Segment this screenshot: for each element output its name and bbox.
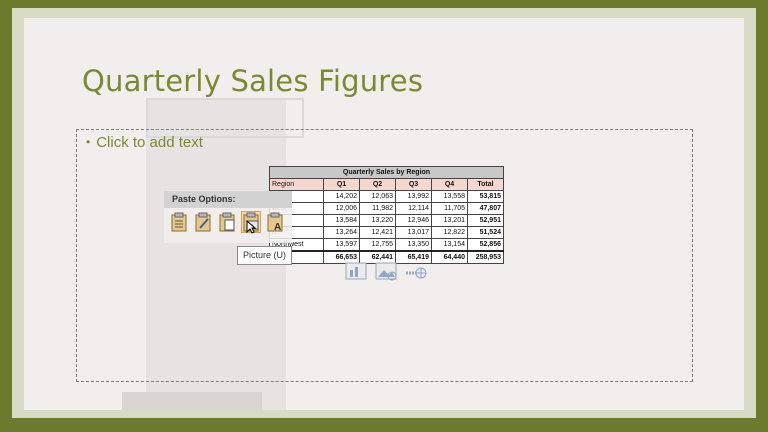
table-cell: 12,063 <box>359 190 396 203</box>
table-cell: 11,705 <box>431 202 468 215</box>
slide-title[interactable]: Quarterly Sales Figures <box>82 64 423 98</box>
table-row: h 13,264 12,421 13,017 12,822 51,524 <box>269 226 504 239</box>
table-header: Q1 <box>323 178 360 191</box>
content-bullet[interactable]: • Click to add text <box>86 134 203 151</box>
table-cell: 12,946 <box>395 214 432 227</box>
table-header: Q2 <box>359 178 396 191</box>
table-cell: 52,951 <box>467 214 504 227</box>
chart-placeholder-icons <box>344 261 434 283</box>
paste-special-icon[interactable] <box>194 212 212 232</box>
table-cell: 11,982 <box>359 202 396 215</box>
table-header: Total <box>467 178 504 191</box>
table-cell: 13,584 <box>323 214 360 227</box>
table-cell: 13,201 <box>431 214 468 227</box>
table-cell: 13,597 <box>323 238 360 252</box>
table-cell: 14,202 <box>323 190 360 203</box>
chart-icon <box>344 261 368 281</box>
table-cell: 13,992 <box>395 190 432 203</box>
table-header: Region <box>269 178 324 191</box>
table-row: heast 14,202 12,063 13,992 13,558 53,815 <box>269 190 504 203</box>
table-cell: 12,114 <box>395 202 432 215</box>
table-cell: 47,807 <box>467 202 504 215</box>
drag-ghost-bottom <box>122 392 262 410</box>
paste-options-header: Paste Options: <box>164 191 292 208</box>
table-row: Northwest 13,597 12,755 13,350 13,154 52… <box>269 238 504 252</box>
table-cell: 12,006 <box>323 202 360 215</box>
sales-table[interactable]: Quarterly Sales by Region Region Q1 Q2 Q… <box>269 166 504 264</box>
table-cell: 13,350 <box>395 238 432 252</box>
svg-text:A: A <box>274 222 281 232</box>
table-cell: 13,264 <box>323 226 360 239</box>
paste-icon[interactable] <box>170 212 188 232</box>
slide-canvas[interactable]: Quarterly Sales Figures • Click to add te… <box>24 18 744 410</box>
table-cell: 12,421 <box>359 226 396 239</box>
picture-icon <box>374 261 398 281</box>
table-cell: 13,154 <box>431 238 468 252</box>
mouse-cursor-icon <box>246 219 257 239</box>
table-cell: 64,440 <box>431 250 468 264</box>
table-row: t 13,584 13,220 12,946 13,201 52,951 <box>269 214 504 227</box>
bullet-dot-icon: • <box>86 135 91 149</box>
paste-options-menu[interactable]: Paste Options: A <box>164 191 292 243</box>
paste-option-tooltip: Picture (U) <box>237 246 293 265</box>
table-header: Q3 <box>395 178 432 191</box>
table-cell: 53,815 <box>467 190 504 203</box>
table-caption: Quarterly Sales by Region <box>269 166 504 179</box>
paste-text-only-icon[interactable]: A <box>266 212 284 233</box>
media-icon <box>404 261 428 281</box>
table-row: west 12,006 11,982 12,114 11,705 47,807 <box>269 202 504 215</box>
table-cell: 52,856 <box>467 238 504 252</box>
table-cell: 13,220 <box>359 214 396 227</box>
table-header: Q4 <box>431 178 468 191</box>
table-cell: 13,558 <box>431 190 468 203</box>
table-cell: 51,524 <box>467 226 504 239</box>
bullet-text: Click to add text <box>96 134 203 151</box>
table-cell: 258,953 <box>467 250 504 264</box>
paste-keep-formatting-icon[interactable] <box>218 212 236 232</box>
table-cell: 12,822 <box>431 226 468 239</box>
table-cell: 12,755 <box>359 238 396 252</box>
table-cell: 13,017 <box>395 226 432 239</box>
paste-options-body: A <box>164 208 292 243</box>
